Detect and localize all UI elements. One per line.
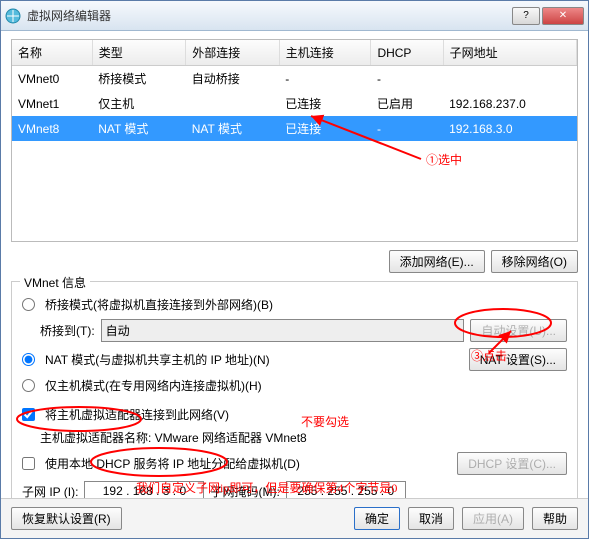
cell: 自动桥接 [186,66,280,92]
restore-defaults-button[interactable]: 恢复默认设置(R) [11,507,122,530]
cell: - [371,66,443,92]
app-icon [5,8,21,24]
hostonly-mode-row: 仅主机模式(在专用网络内连接虚拟机)(H) [22,377,567,394]
table-row-selected[interactable]: VMnet8 NAT 模式 NAT 模式 已连接 - 192.168.3.0 [12,116,577,141]
cell: 已连接 [279,91,371,116]
bridge-to-row: 桥接到(T): 自动 自动设置(U)... [40,319,567,342]
window-title: 虚拟网络编辑器 [27,7,512,24]
add-network-button[interactable]: 添加网络(E)... [389,250,485,273]
content-area: 名称 类型 外部连接 主机连接 DHCP 子网地址 VMnet0 桥接模式 自动… [1,31,588,526]
close-button[interactable]: ✕ [542,7,584,25]
host-adapter-checkbox[interactable] [22,408,35,421]
cell: 桥接模式 [92,66,186,92]
col-name[interactable]: 名称 [12,40,92,66]
network-buttons-row: 添加网络(E)... 移除网络(O) [11,250,578,273]
titlebar: 虚拟网络编辑器 ? ✕ [1,1,588,31]
host-adapter-name: 主机虚拟适配器名称: VMware 网络适配器 VMnet8 [40,429,567,446]
host-adapter-row: 将主机虚拟适配器连接到此网络(V) [22,406,567,423]
window-controls: ? ✕ [512,7,584,25]
table-header-row: 名称 类型 外部连接 主机连接 DHCP 子网地址 [12,40,577,66]
col-ext[interactable]: 外部连接 [186,40,280,66]
remove-network-button[interactable]: 移除网络(O) [491,250,578,273]
nat-mode-row: NAT 模式(与虚拟机共享主机的 IP 地址)(N) NAT 设置(S)... [22,348,567,371]
cell: VMnet1 [12,91,92,116]
cell [443,66,576,92]
table-empty-area [12,141,577,241]
network-table: 名称 类型 外部连接 主机连接 DHCP 子网地址 VMnet0 桥接模式 自动… [11,39,578,242]
dhcp-checkbox[interactable] [22,457,35,470]
subnet-mask-label: 子网掩码(M): [210,483,279,500]
apply-button: 应用(A) [462,507,524,530]
bridge-to-select[interactable]: 自动 [101,319,465,342]
table-row[interactable]: VMnet1 仅主机 已连接 已启用 192.168.237.0 [12,91,577,116]
cell: - [279,66,371,92]
cell: NAT 模式 [186,116,280,141]
bridge-radio-label: 桥接模式(将虚拟机直接连接到外部网络)(B) [45,296,273,313]
vmnet-info-group: VMnet 信息 桥接模式(将虚拟机直接连接到外部网络)(B) 桥接到(T): … [11,281,578,518]
cell: - [371,116,443,141]
cell: 已连接 [279,116,371,141]
virtual-network-editor-window: 虚拟网络编辑器 ? ✕ 名称 类型 外部连接 主机连接 DHCP 子网地址 [0,0,589,539]
cell: NAT 模式 [92,116,186,141]
auto-settings-button: 自动设置(U)... [470,319,567,342]
col-type[interactable]: 类型 [92,40,186,66]
nat-radio-label: NAT 模式(与虚拟机共享主机的 IP 地址)(N) [45,351,270,368]
dhcp-settings-button: DHCP 设置(C)... [457,452,567,475]
dhcp-label: 使用本地 DHCP 服务将 IP 地址分配给虚拟机(D) [45,455,300,472]
nat-radio[interactable] [22,353,35,366]
cell [186,91,280,116]
host-adapter-label: 将主机虚拟适配器连接到此网络(V) [45,406,229,423]
col-subnet[interactable]: 子网地址 [443,40,576,66]
bridge-radio[interactable] [22,298,35,311]
col-dhcp[interactable]: DHCP [371,40,443,66]
dialog-buttons: 恢复默认设置(R) 确定 取消 应用(A) 帮助 [1,498,588,538]
dhcp-row: 使用本地 DHCP 服务将 IP 地址分配给虚拟机(D) DHCP 设置(C).… [22,452,567,475]
cell: 已启用 [371,91,443,116]
cell: VMnet8 [12,116,92,141]
ok-button[interactable]: 确定 [354,507,400,530]
group-legend: VMnet 信息 [20,274,90,291]
bridge-to-label: 桥接到(T): [40,322,95,339]
hostonly-radio[interactable] [22,379,35,392]
cancel-button[interactable]: 取消 [408,507,454,530]
bridge-mode-row: 桥接模式(将虚拟机直接连接到外部网络)(B) [22,296,567,313]
subnet-ip-label: 子网 IP (I): [22,483,78,500]
help-dialog-button[interactable]: 帮助 [532,507,578,530]
cell: VMnet0 [12,66,92,92]
cell: 仅主机 [92,91,186,116]
col-host[interactable]: 主机连接 [279,40,371,66]
help-button[interactable]: ? [512,7,540,25]
cell: 192.168.237.0 [443,91,576,116]
hostonly-radio-label: 仅主机模式(在专用网络内连接虚拟机)(H) [45,377,262,394]
cell: 192.168.3.0 [443,116,576,141]
nat-settings-button[interactable]: NAT 设置(S)... [469,348,567,371]
table-row[interactable]: VMnet0 桥接模式 自动桥接 - - [12,66,577,92]
